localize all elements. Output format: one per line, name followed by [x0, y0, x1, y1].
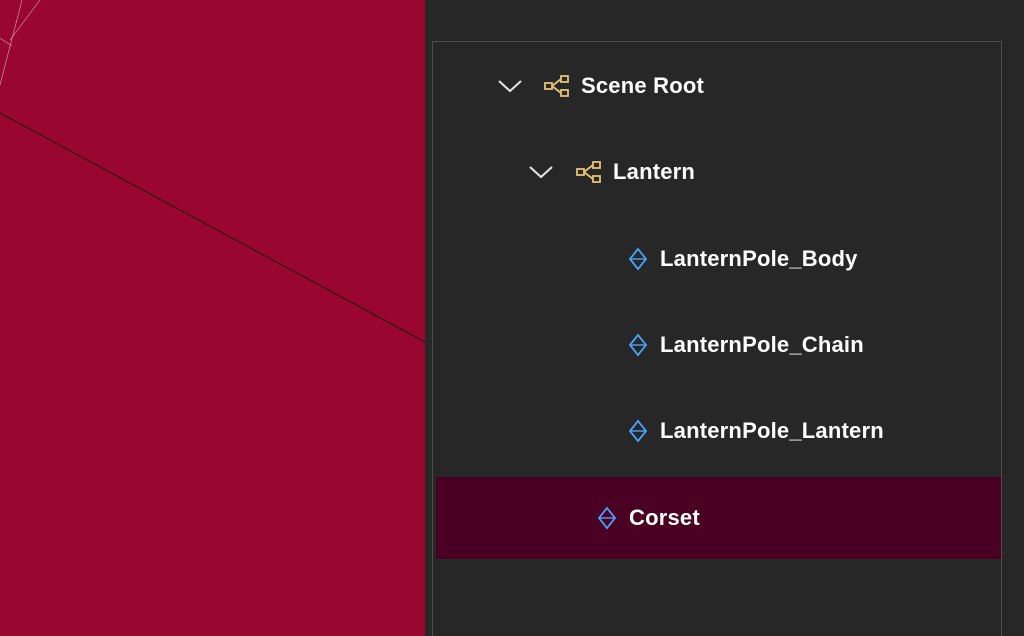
mesh-node-icon — [593, 504, 621, 532]
wireframe-edge — [0, 0, 23, 86]
tree-item-lanternpole-chain[interactable]: LanternPole_Chain — [436, 304, 1001, 386]
wireframe-edge — [9, 0, 41, 41]
mesh-node-icon — [624, 417, 652, 445]
tree-item-label: Lantern — [613, 159, 696, 184]
app-window: Scene Root Lantern LanternPole_Body Lant… — [0, 0, 1024, 636]
group-node-icon — [543, 72, 571, 100]
group-node-icon — [575, 158, 603, 186]
wireframe-edge — [0, 112, 425, 343]
3d-viewport[interactable] — [0, 0, 425, 636]
tree-item-lanternpole-body[interactable]: LanternPole_Body — [436, 218, 1001, 300]
tree-item-label: LanternPole_Lantern — [660, 418, 884, 443]
mesh-node-icon — [624, 331, 652, 359]
viewport-wireframe — [0, 0, 425, 343]
tree-item-corset[interactable]: Corset — [436, 477, 1001, 559]
chevron-down-icon[interactable] — [527, 158, 555, 186]
tree-item-label: Corset — [629, 505, 700, 530]
tree-item-lantern[interactable]: Lantern — [436, 131, 1001, 213]
mesh-node-icon — [624, 245, 652, 273]
chevron-down-icon[interactable] — [496, 72, 524, 100]
wireframe-edge — [0, 37, 13, 47]
tree-item-scene-root[interactable]: Scene Root — [436, 45, 1001, 127]
tree-item-label: Scene Root — [581, 73, 705, 98]
tree-item-label: LanternPole_Chain — [660, 332, 864, 357]
tree-item-label: LanternPole_Body — [660, 246, 858, 271]
tree-item-lanternpole-lantern[interactable]: LanternPole_Lantern — [436, 390, 1001, 472]
